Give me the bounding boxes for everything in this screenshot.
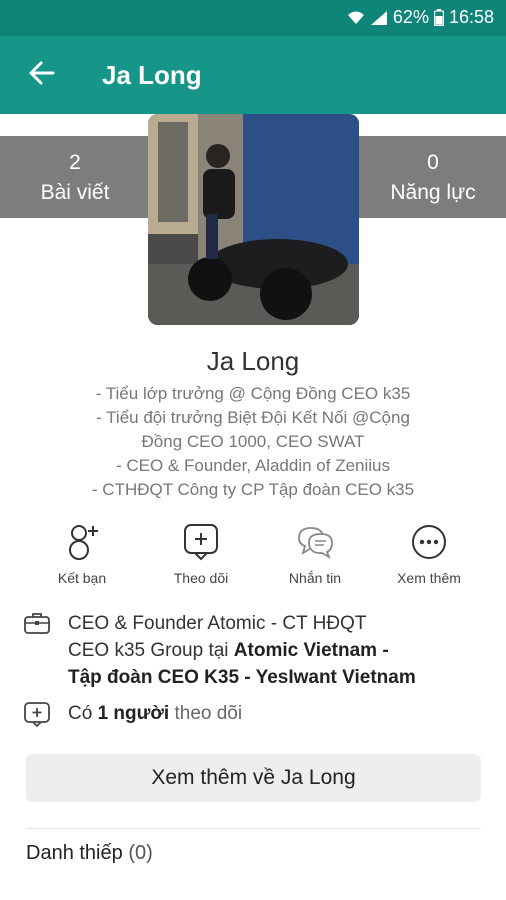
app-bar: Ja Long <box>0 36 506 114</box>
work-info: CEO & Founder Atomic - CT HĐQT CEO k35 G… <box>24 610 416 691</box>
status-bar: 62% 16:58 <box>0 0 506 36</box>
see-more-about-button[interactable]: Xem thêm về Ja Long <box>26 754 481 802</box>
message-label: Nhắn tin <box>288 570 342 586</box>
signal-icon <box>370 10 388 26</box>
business-cards-label: Danh thiếp <box>26 842 123 864</box>
action-bar: Kết bạn Theo dõi Nhắn tin Xem thêm <box>0 523 506 590</box>
posts-label: Bài viết <box>40 181 110 204</box>
follow-button[interactable]: Theo dõi <box>146 523 256 586</box>
battery-icon <box>433 9 444 26</box>
bio-line: - CEO & Founder, Aladdin of Zeniius <box>115 456 391 475</box>
profile-avatar[interactable] <box>148 114 359 325</box>
followers-info: Có 1 người theo dõi <box>24 700 242 733</box>
work-line-3: Tập đoàn CEO K35 - YesIwant Vietnam <box>68 664 416 691</box>
posts-count: 2 <box>69 151 81 174</box>
work-line-1: CEO & Founder Atomic - CT HĐQT <box>68 613 367 634</box>
page-title: Ja Long <box>102 59 202 90</box>
bio-line: - Tiểu lớp trưởng @ Cộng Đồng CEO k35 <box>95 384 411 403</box>
company-link-cont[interactable]: Tập đoàn CEO K35 - YesIwant Vietnam <box>68 667 416 688</box>
bio-line: - CTHĐQT Công ty CP Tập đoàn CEO k35 <box>91 480 415 499</box>
bio-line: Đồng CEO 1000, CEO SWAT <box>141 432 365 451</box>
message-icon <box>295 524 335 565</box>
posts-stat[interactable]: 2 Bài viết <box>0 136 150 218</box>
arrow-back-icon <box>29 60 55 91</box>
message-button[interactable]: Nhắn tin <box>260 524 370 586</box>
briefcase-icon <box>24 613 50 638</box>
followers-count[interactable]: 1 người <box>98 703 170 724</box>
skills-stat[interactable]: 0 Năng lực <box>358 136 506 218</box>
more-button[interactable]: Xem thêm <box>374 524 484 586</box>
wifi-icon <box>347 10 365 26</box>
more-label: Xem thêm <box>397 570 461 586</box>
profile-bio: - Tiểu lớp trưởng @ Cộng Đồng CEO k35 - … <box>50 382 456 502</box>
add-friend-icon <box>64 523 100 566</box>
work-line-2: CEO k35 Group tại Atomic Vietnam - <box>68 640 389 661</box>
company-link[interactable]: Atomic Vietnam - <box>234 640 389 661</box>
divider <box>26 828 481 829</box>
skills-label: Năng lực <box>390 181 476 204</box>
skills-count: 0 <box>427 151 439 174</box>
follow-label: Theo dõi <box>173 570 229 586</box>
battery-percent: 62% <box>392 7 429 27</box>
status-icons: 62% 16:58 <box>347 7 494 28</box>
profile-name: Ja Long <box>206 346 300 376</box>
add-friend-button[interactable]: Kết bạn <box>27 524 137 586</box>
business-cards-row[interactable]: Danh thiếp (0) <box>26 842 153 865</box>
follow-icon <box>24 702 50 732</box>
business-cards-count: (0) <box>128 842 153 864</box>
follow-icon <box>183 523 219 566</box>
more-icon <box>411 524 447 565</box>
add-friend-label: Kết bạn <box>57 570 107 586</box>
followers-text: Có 1 người theo dõi <box>68 703 243 724</box>
work-text: CEO & Founder Atomic - CT HĐQT CEO k35 G… <box>68 610 416 691</box>
back-button[interactable] <box>12 45 72 105</box>
clock: 16:58 <box>448 7 494 27</box>
bio-line: - Tiểu đội trưởng Biệt Đội Kết Nối @Cộng <box>96 408 410 427</box>
